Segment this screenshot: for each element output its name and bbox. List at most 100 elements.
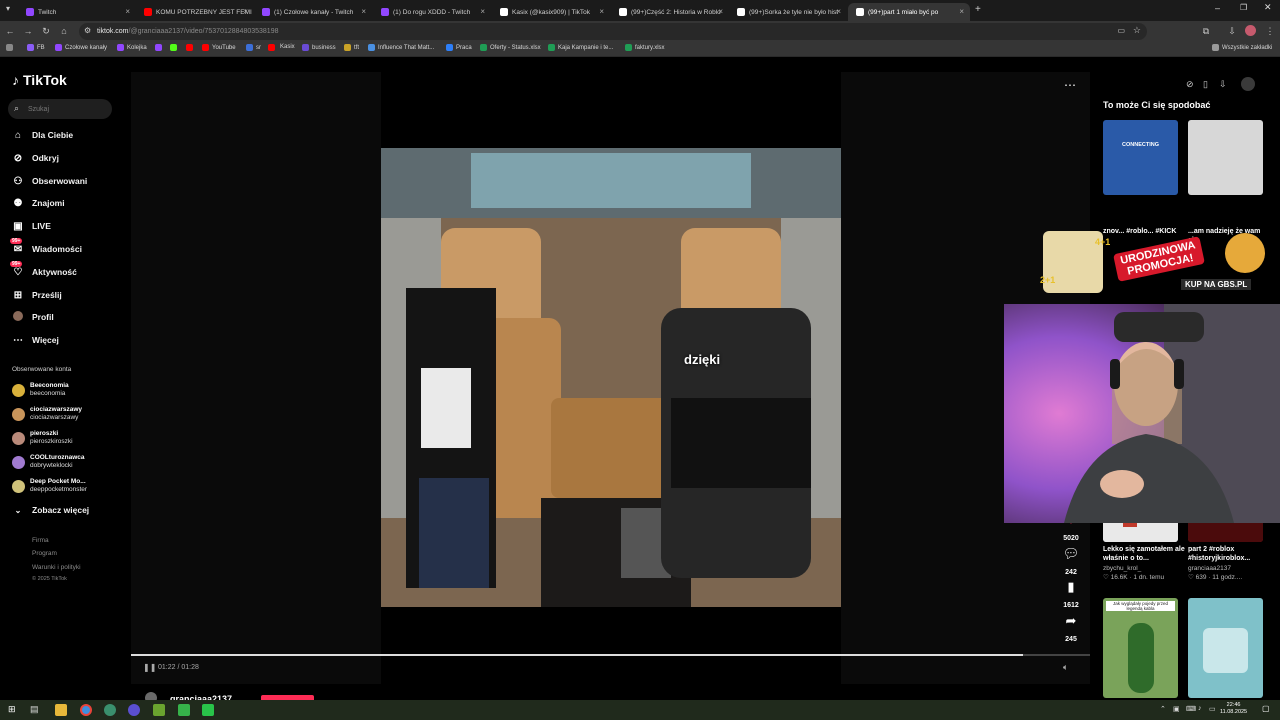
tray-chevron-icon[interactable]: ⌃ bbox=[1160, 705, 1166, 713]
comment-button[interactable]: 💬︎ 242 bbox=[1059, 546, 1083, 579]
network-icon[interactable]: ⌨ bbox=[1186, 705, 1196, 713]
extensions-icon[interactable]: ⧉ bbox=[1200, 25, 1212, 37]
video-player[interactable]: dzięki ⋯ ❚❚ 01:22 / 01:28 🔈︎ bbox=[131, 72, 1090, 684]
file-explorer-icon[interactable] bbox=[55, 704, 67, 716]
chrome-icon[interactable] bbox=[80, 704, 92, 716]
downloads-icon[interactable]: ⇩ bbox=[1226, 25, 1238, 37]
nav-item-live[interactable]: ▣ LIVE bbox=[12, 219, 51, 233]
task-view-icon[interactable]: ▤ bbox=[30, 704, 42, 716]
close-icon[interactable]: × bbox=[125, 7, 130, 16]
star-icon[interactable]: ☆ bbox=[1133, 25, 1141, 36]
video-progress-bar[interactable] bbox=[131, 654, 1090, 656]
phone-icon[interactable]: ▯ bbox=[1203, 79, 1208, 90]
new-tab-icon[interactable]: + bbox=[975, 4, 981, 15]
home-icon[interactable]: ⌂ bbox=[58, 25, 70, 37]
nav-item-friends[interactable]: ⚉ Znajomi bbox=[12, 196, 65, 210]
close-icon[interactable]: × bbox=[718, 7, 723, 16]
recommended-video-caption[interactable]: Lekko się zamotałem ale właśnie o to... bbox=[1103, 545, 1187, 563]
bookmark[interactable] bbox=[186, 44, 193, 51]
back-icon[interactable]: ← bbox=[4, 25, 16, 37]
bookmark[interactable]: faktury.xlsx bbox=[625, 44, 665, 51]
avatar[interactable] bbox=[1241, 77, 1255, 91]
nav-item-messages[interactable]: ✉ 99+ Wiadomości bbox=[10, 238, 82, 256]
browser-tab-active[interactable]: (99+)part 1 miało być po × bbox=[848, 3, 970, 21]
close-icon[interactable]: × bbox=[361, 7, 366, 16]
apps-icon[interactable] bbox=[6, 44, 13, 51]
recommended-video-thumbnail[interactable]: Jak wyglądały pojedy przed legendą kabla bbox=[1103, 598, 1178, 698]
discord-icon[interactable] bbox=[128, 704, 140, 716]
maximize-icon[interactable]: ❐ bbox=[1240, 3, 1247, 12]
volume-icon[interactable]: ♪ bbox=[1198, 705, 1202, 712]
close-icon[interactable]: × bbox=[599, 7, 604, 16]
bookmark[interactable]: Czołowe kanały bbox=[55, 44, 107, 51]
address-bar[interactable]: ⚙ tiktok.com/@granciaaa2137/video/753701… bbox=[79, 23, 1147, 40]
start-icon[interactable]: ⊞ bbox=[8, 704, 20, 716]
taskbar-clock[interactable]: 22:46 11.08.2025 bbox=[1220, 702, 1247, 716]
nav-item-for-you[interactable]: ⌂ Dla Ciebie bbox=[12, 128, 73, 142]
bookmark-button[interactable]: ▮ 1612 bbox=[1059, 579, 1083, 612]
footer-link[interactable]: Firma bbox=[32, 537, 49, 544]
menu-icon[interactable]: ⋮ bbox=[1264, 25, 1276, 37]
battery-icon[interactable]: ▭ bbox=[1209, 705, 1216, 713]
bookmark[interactable]: Kaja Kampanie i te... bbox=[548, 44, 613, 51]
browser-tab[interactable]: Twitch × bbox=[18, 3, 136, 21]
bookmark[interactable]: FB bbox=[27, 44, 45, 51]
bookmark[interactable]: Praca bbox=[446, 44, 472, 51]
close-icon[interactable]: × bbox=[243, 7, 248, 16]
bookmark[interactable] bbox=[170, 44, 177, 51]
browser-tab[interactable]: (1) Czołowe kanały - Twitch × bbox=[254, 3, 372, 21]
browser-tab[interactable]: (99+)Część 2: Historia w Roblo × bbox=[611, 3, 729, 21]
bookmark[interactable] bbox=[268, 44, 275, 51]
followed-account[interactable]: Deep Pocket Mo... deeppocketmonster bbox=[12, 478, 87, 494]
cast-icon[interactable]: ▭ bbox=[1117, 26, 1125, 35]
minimize-icon[interactable]: – bbox=[1215, 3, 1220, 13]
bookmark[interactable]: Kolejka bbox=[117, 44, 147, 51]
bookmark[interactable]: sr bbox=[246, 44, 261, 51]
browser-tab[interactable]: (99+)Sorka że tyle nie było hist × bbox=[729, 3, 847, 21]
bookmark[interactable]: Oferty - Status.xlsx bbox=[480, 44, 541, 51]
bookmark[interactable]: tft bbox=[344, 44, 359, 51]
more-options-icon[interactable]: ⋯ bbox=[1064, 78, 1076, 92]
download-icon[interactable]: ⇩ bbox=[1219, 79, 1227, 90]
reload-icon[interactable]: ↻ bbox=[40, 25, 52, 37]
search-input[interactable]: ⌕ Szukaj bbox=[8, 99, 112, 119]
share-button[interactable]: ➦ 245 bbox=[1059, 613, 1083, 646]
volume-icon[interactable]: 🔈︎ bbox=[1063, 662, 1068, 673]
bookmark[interactable]: YouTube bbox=[202, 44, 236, 51]
nav-item-explore[interactable]: ⊘ Odkryj bbox=[12, 151, 59, 165]
followed-account[interactable]: ciociazwarszawy ciociazwarszawy bbox=[12, 406, 82, 422]
recommended-video-caption[interactable]: part 2 #roblox #historyjkiroblox... bbox=[1188, 545, 1272, 563]
app-icon[interactable] bbox=[202, 704, 214, 716]
browser-tab[interactable]: KOMU POTRZEBNY JEST FEMI × bbox=[136, 3, 254, 21]
nav-item-following[interactable]: ⚇ Obserwowani bbox=[12, 174, 88, 188]
close-icon[interactable]: × bbox=[959, 7, 964, 16]
compass-icon[interactable]: ⊘ bbox=[1186, 79, 1194, 90]
followed-account[interactable]: pieroszki pieroszkiroszki bbox=[12, 430, 73, 446]
recommended-video-author[interactable]: granciaaa2137 bbox=[1188, 564, 1272, 573]
nav-item-more[interactable]: ⋯ Więcej bbox=[12, 333, 59, 347]
app-icon[interactable] bbox=[104, 704, 116, 716]
bookmark[interactable]: business bbox=[302, 44, 336, 51]
footer-link[interactable]: Warunki i polityki bbox=[32, 564, 81, 571]
forward-icon[interactable]: → bbox=[22, 25, 34, 37]
tiktok-logo[interactable]: ♪ TikTok bbox=[12, 72, 67, 88]
nav-item-profile[interactable]: Profil bbox=[12, 310, 54, 324]
notification-icon[interactable]: ▢ bbox=[1262, 704, 1270, 713]
app-icon[interactable] bbox=[153, 704, 165, 716]
recommended-video-thumbnail[interactable] bbox=[1188, 120, 1263, 195]
followed-account[interactable]: Beeconomia beeconomia bbox=[12, 382, 69, 398]
recommended-video-author[interactable]: zbychu_krol_ bbox=[1103, 564, 1187, 573]
bookmark[interactable]: Kasix bbox=[280, 44, 295, 50]
tab-search-icon[interactable]: ▾ bbox=[6, 4, 10, 13]
all-bookmarks[interactable]: Wszystkie zakładki bbox=[1212, 44, 1272, 51]
bookmark[interactable] bbox=[155, 44, 162, 51]
tray-app-icon[interactable]: ▣ bbox=[1173, 705, 1180, 713]
see-more-button[interactable]: ⌄ Zobacz więcej bbox=[12, 503, 90, 517]
footer-link[interactable]: Program bbox=[32, 550, 57, 557]
window-close-icon[interactable]: ✕ bbox=[1264, 2, 1272, 13]
followed-account[interactable]: COOLturoznawca dobrywteklocki bbox=[12, 454, 85, 470]
site-info-icon[interactable]: ⚙ bbox=[84, 26, 91, 35]
app-icon[interactable] bbox=[178, 704, 190, 716]
bookmark[interactable]: Influence That Matt... bbox=[368, 44, 434, 51]
pause-icon[interactable]: ❚❚ bbox=[143, 663, 156, 672]
